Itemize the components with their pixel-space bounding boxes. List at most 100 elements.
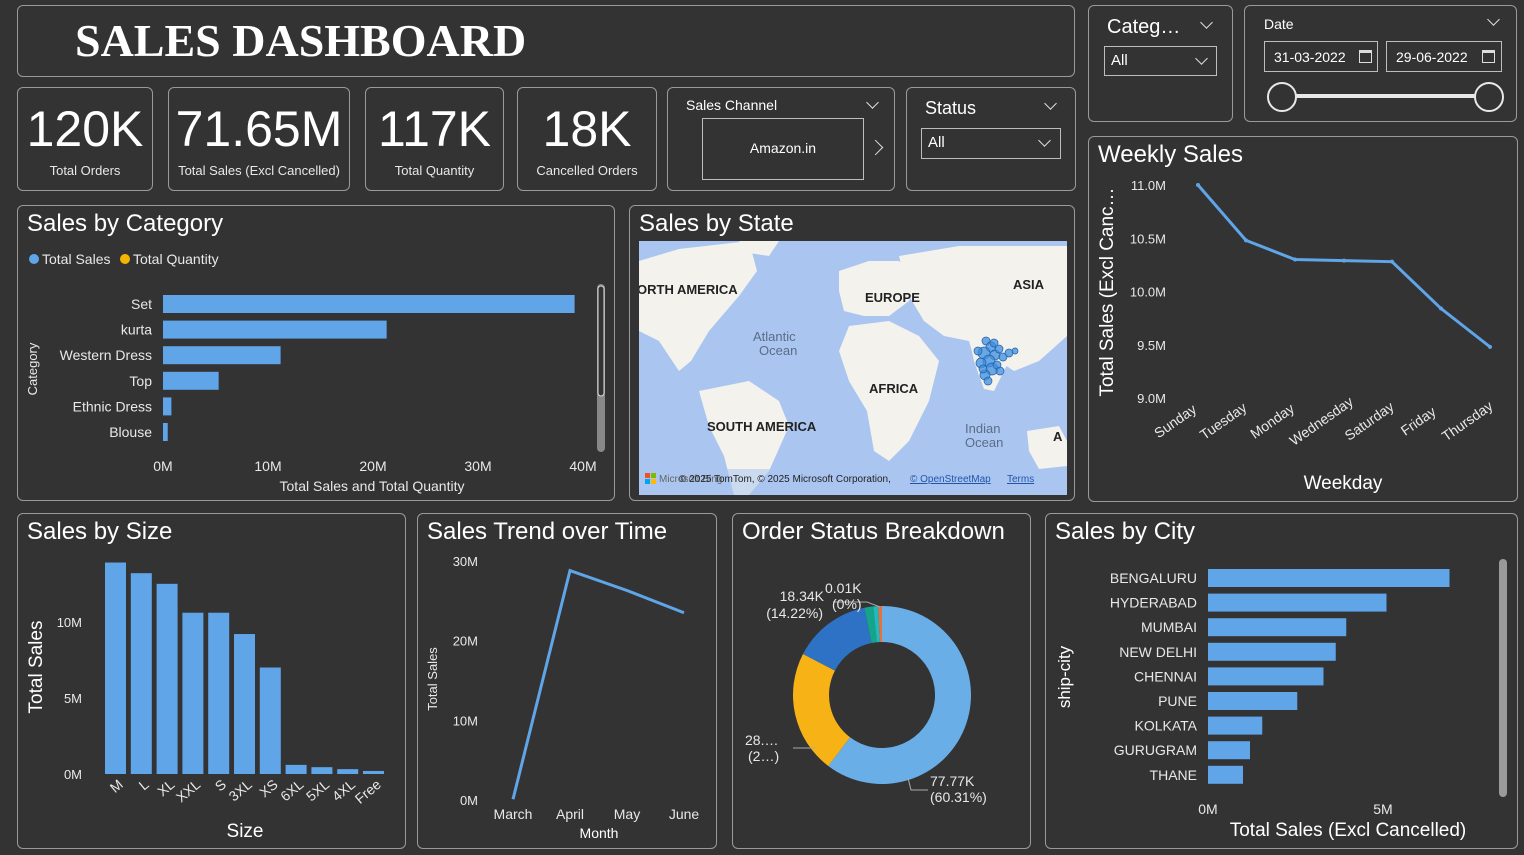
status-dropdown[interactable]: All — [921, 128, 1061, 159]
category-bar[interactable] — [163, 371, 219, 390]
y-tick-label: 5M — [64, 691, 82, 706]
kpi-total-sales[interactable]: 71.65M Total Sales (Excl Cancelled) — [168, 87, 350, 191]
legend-total-sales[interactable]: Total Sales — [42, 251, 110, 267]
data-point[interactable] — [1244, 238, 1248, 243]
x-tick-label: Wednesday — [1286, 393, 1356, 448]
data-point[interactable] — [1293, 257, 1297, 262]
category-chart: Total Sales Total Quantity Category Tota… — [25, 251, 605, 494]
y-tick-label: 9.0M — [1137, 391, 1166, 406]
category-label: Ethnic Dress — [73, 398, 152, 414]
x-tick-label: 0M — [1198, 801, 1217, 817]
kpi-label: Total Orders — [49, 163, 121, 178]
legend-total-quantity[interactable]: Total Quantity — [133, 251, 219, 267]
data-point[interactable] — [1390, 259, 1394, 264]
state-bubble[interactable] — [973, 346, 983, 356]
size-bar[interactable] — [130, 573, 152, 774]
x-tick-label: March — [494, 806, 533, 822]
label-big-percent: (60.31%) — [930, 789, 987, 805]
city-bar[interactable] — [1208, 593, 1387, 612]
trend-line[interactable] — [511, 568, 685, 800]
city-bar[interactable] — [1208, 692, 1298, 710]
city-bar[interactable] — [1208, 716, 1263, 735]
chevron-down-icon[interactable] — [1200, 16, 1213, 29]
data-point[interactable] — [1488, 344, 1492, 349]
category-bar[interactable] — [163, 397, 172, 416]
city-bar[interactable] — [1208, 642, 1336, 661]
scrollbar[interactable] — [1499, 559, 1507, 797]
category-label: Categ… — [1107, 16, 1181, 38]
data-point[interactable] — [1342, 258, 1346, 263]
kpi-label: Cancelled Orders — [536, 163, 638, 178]
size-bar[interactable] — [208, 612, 230, 774]
city-bar[interactable] — [1208, 569, 1450, 587]
city-label: BENGALURU — [1110, 570, 1197, 586]
calendar-icon[interactable] — [1359, 50, 1372, 63]
size-bar[interactable] — [285, 764, 307, 774]
microsoft-logo-icon — [645, 473, 650, 478]
weekly-sales-line[interactable] — [1196, 184, 1491, 349]
city-bar[interactable] — [1208, 741, 1250, 760]
legend-total-quantity-swatch — [120, 254, 130, 264]
microsoft-logo-icon — [651, 479, 656, 484]
data-point[interactable] — [1196, 183, 1200, 187]
state-bubble[interactable] — [983, 376, 993, 386]
date-end-input[interactable]: 29-06-2022 — [1386, 41, 1502, 72]
x-tick-label: Friday — [1398, 403, 1439, 438]
size-bar[interactable] — [156, 583, 178, 774]
x-tick-label: XXL — [173, 776, 204, 805]
y-tick-label: 10.0M — [1130, 285, 1166, 300]
size-bar[interactable] — [311, 767, 333, 774]
category-bar[interactable] — [163, 320, 387, 339]
city-label: PUNE — [1158, 693, 1197, 709]
chevron-down-icon[interactable] — [1487, 13, 1500, 26]
category-dropdown[interactable]: All — [1104, 46, 1217, 76]
chevron-right-icon[interactable] — [867, 139, 884, 156]
date-slider-end-handle[interactable] — [1474, 82, 1504, 112]
size-bar[interactable] — [234, 634, 255, 774]
category-bar[interactable] — [163, 423, 168, 441]
y-tick-label: 10M — [453, 713, 478, 728]
size-bar[interactable] — [182, 612, 204, 774]
weekly-sales-panel: Weekly Sales Total Sales (Excl Canc… Wee… — [1088, 136, 1518, 502]
kpi-total-quantity[interactable]: 117K Total Quantity — [365, 87, 504, 191]
openstreetmap-link[interactable]: © OpenStreetMap — [910, 474, 991, 485]
kpi-cancelled-orders[interactable]: 18K Cancelled Orders — [517, 87, 657, 191]
label-indian: Indian — [965, 421, 1000, 436]
y-tick-label: 30M — [453, 554, 478, 569]
category-bar[interactable] — [163, 346, 281, 365]
map-attribution: © 2025 TomTom, © 2025 Microsoft Corporat… — [679, 474, 891, 485]
terms-link[interactable]: Terms — [1007, 474, 1034, 485]
state-map[interactable]: ORTH AMERICA EUROPE ASIA Atlantic Ocean … — [639, 241, 1067, 495]
x-tick-label: 0M — [153, 458, 172, 474]
date-slicer: Date 31-03-2022 29-06-2022 — [1244, 5, 1517, 122]
label-south-america: SOUTH AMERICA — [707, 419, 817, 434]
category-bar[interactable] — [163, 295, 575, 313]
chevron-down-icon[interactable] — [866, 96, 879, 109]
size-bar[interactable] — [259, 667, 281, 775]
size-bar[interactable] — [337, 769, 359, 774]
category-slicer: Categ… All — [1088, 5, 1233, 122]
size-bar[interactable] — [105, 562, 126, 774]
size-bar[interactable] — [363, 770, 384, 774]
chevron-down-icon[interactable] — [1044, 97, 1057, 110]
y-tick-label: 0M — [460, 793, 478, 808]
state-bubble[interactable] — [978, 364, 988, 374]
city-bar[interactable] — [1208, 618, 1347, 637]
state-bubble[interactable] — [1011, 347, 1019, 355]
date-slider-start-handle[interactable] — [1267, 82, 1297, 112]
data-point[interactable] — [1439, 306, 1443, 311]
sales-by-state-panel: Sales by State ORTH AMERICA EUROPE ASIA … — [629, 205, 1075, 501]
date-start-input[interactable]: 31-03-2022 — [1264, 41, 1378, 72]
calendar-icon[interactable] — [1482, 50, 1495, 63]
label-mid-value: 28.… — [745, 732, 778, 748]
city-bar[interactable] — [1208, 667, 1324, 686]
scrollbar-thumb[interactable] — [597, 285, 605, 397]
date-range-track[interactable] — [1282, 94, 1490, 98]
state-bubble[interactable] — [995, 366, 1005, 376]
label-australia: A — [1053, 429, 1063, 444]
x-tick-label: April — [556, 806, 584, 822]
status-slicer: Status All — [906, 87, 1076, 191]
kpi-total-orders[interactable]: 120K Total Orders — [17, 87, 153, 191]
city-bar[interactable] — [1208, 765, 1243, 784]
state-bubble[interactable] — [989, 338, 999, 348]
